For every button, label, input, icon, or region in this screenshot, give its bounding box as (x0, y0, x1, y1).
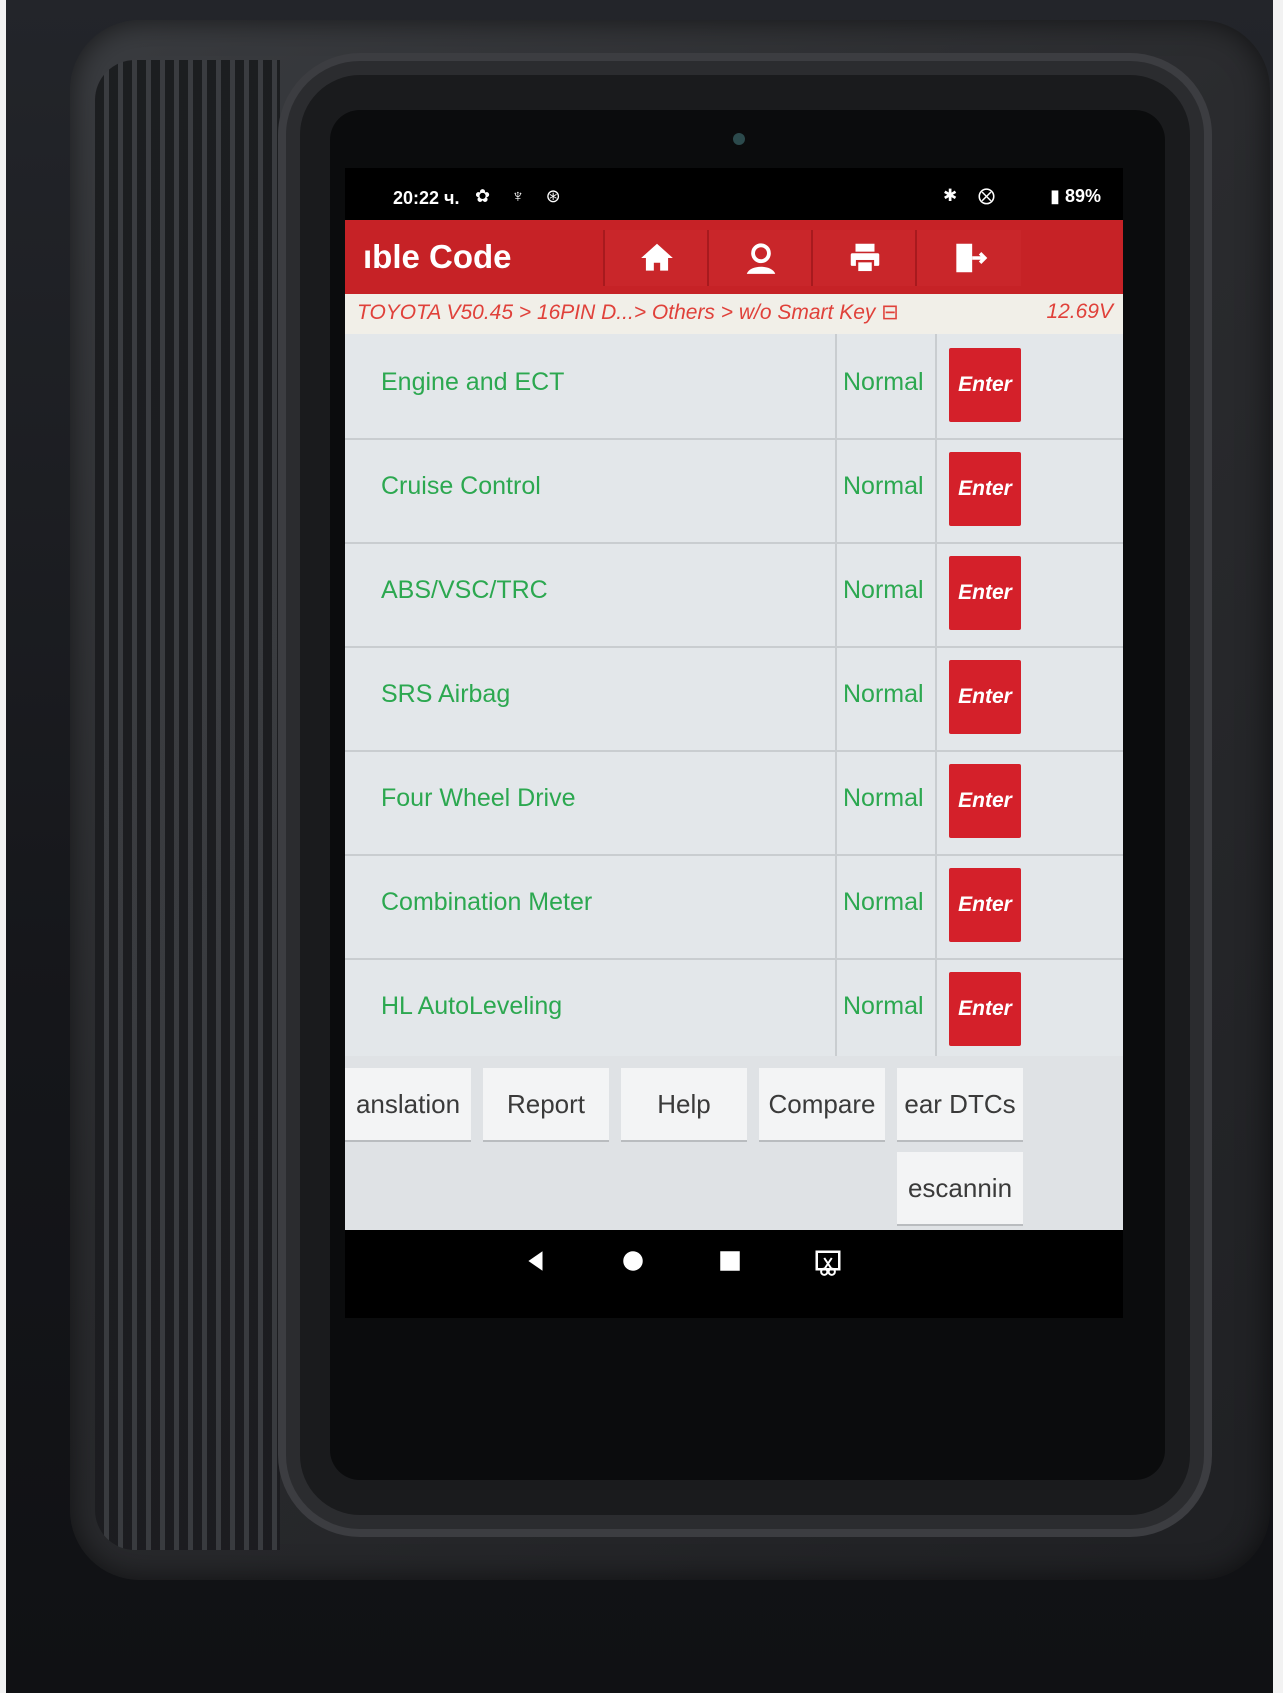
battery-percent: 89% (1064, 186, 1101, 206)
system-name: Four Wheel Drive (381, 784, 576, 812)
list-item: Cruise Control Normal Enter (345, 438, 1123, 544)
system-name: Cruise Control (381, 472, 541, 500)
recents-icon[interactable] (717, 1248, 743, 1274)
exit-icon (956, 243, 988, 273)
column-divider (935, 334, 937, 438)
status-icons-left: ✿ ♆ ⊛ (475, 186, 569, 206)
print-button[interactable] (811, 230, 917, 286)
exit-button[interactable] (915, 230, 1021, 286)
system-status: Normal (843, 784, 924, 812)
device-grip (95, 60, 280, 1550)
system-name: SRS Airbag (381, 680, 511, 708)
enter-button[interactable]: Enter (949, 868, 1021, 942)
system-status: Normal (843, 992, 924, 1020)
screenshot-icon[interactable] (813, 1248, 843, 1278)
system-name: HL AutoLeveling (381, 992, 563, 1020)
home-icon (641, 243, 673, 271)
compare-button[interactable]: Compare (759, 1068, 885, 1140)
column-divider (935, 854, 937, 958)
breadcrumb-path: TOYOTA V50.45 > 16PIN D...> Others > w/o… (357, 301, 876, 324)
help-button[interactable]: Help (621, 1068, 747, 1140)
column-divider (935, 750, 937, 854)
breadcrumb: TOYOTA V50.45 > 16PIN D...> Others > w/o… (357, 300, 899, 325)
photo-border-right (1273, 0, 1283, 1693)
system-status: Normal (843, 680, 924, 708)
enter-button[interactable]: Enter (949, 556, 1021, 630)
report-button[interactable]: Report (483, 1068, 609, 1140)
battery-status-icon: ⊟ (881, 301, 899, 324)
home-button[interactable] (603, 230, 709, 286)
status-icons-right: ✱ ⨂ (943, 186, 1003, 205)
column-divider (835, 334, 837, 438)
user-icon (746, 243, 776, 274)
translation-button[interactable]: anslation (345, 1068, 471, 1140)
breadcrumb-bar: TOYOTA V50.45 > 16PIN D...> Others > w/o… (345, 294, 1123, 334)
list-item: Four Wheel Drive Normal Enter (345, 750, 1123, 856)
device-screen: 20:22 ч. ✿ ♆ ⊛ ✱ ⨂ ▮ 89% ıble Code TOYOT… (345, 168, 1123, 1318)
column-divider (835, 854, 837, 958)
list-item: Combination Meter Normal Enter (345, 854, 1123, 960)
app-header: ıble Code (345, 220, 1123, 294)
enter-button[interactable]: Enter (949, 764, 1021, 838)
battery-level: ▮ 89% (1050, 186, 1101, 206)
system-status: Normal (843, 368, 924, 396)
back-icon[interactable] (523, 1248, 549, 1274)
column-divider (935, 646, 937, 750)
column-divider (835, 438, 837, 542)
column-divider (835, 646, 837, 750)
system-status: Normal (843, 576, 924, 604)
page-title: ıble Code (363, 238, 512, 275)
list-item: Engine and ECT Normal Enter (345, 334, 1123, 440)
list-item: SRS Airbag Normal Enter (345, 646, 1123, 752)
system-status: Normal (843, 888, 924, 916)
rescanning-button[interactable]: escannin (897, 1152, 1023, 1224)
list-item: HL AutoLeveling Normal Enter (345, 958, 1123, 1064)
system-name: Engine and ECT (381, 368, 565, 396)
system-name: Combination Meter (381, 888, 593, 916)
status-time: 20:22 ч. (393, 188, 460, 208)
column-divider (835, 958, 837, 1062)
enter-button[interactable]: Enter (949, 972, 1021, 1046)
user-button[interactable] (707, 230, 813, 286)
list-item: ABS/VSC/TRC Normal Enter (345, 542, 1123, 648)
enter-button[interactable]: Enter (949, 660, 1021, 734)
voltage-readout: 12.69V (1046, 300, 1113, 323)
column-divider (935, 958, 937, 1062)
enter-button[interactable]: Enter (949, 452, 1021, 526)
bottom-toolbar: anslation Report Help Compare ear DTCs e… (345, 1056, 1123, 1230)
column-divider (935, 438, 937, 542)
clear-dtcs-button[interactable]: ear DTCs (897, 1068, 1023, 1140)
system-name: ABS/VSC/TRC (381, 576, 548, 604)
camera-lens (733, 133, 745, 145)
android-nav-bar (345, 1230, 1123, 1290)
enter-button[interactable]: Enter (949, 348, 1021, 422)
home-nav-icon[interactable] (620, 1248, 646, 1274)
printer-icon (850, 243, 880, 274)
column-divider (835, 750, 837, 854)
system-status: Normal (843, 472, 924, 500)
column-divider (835, 542, 837, 646)
status-bar: 20:22 ч. ✿ ♆ ⊛ ✱ ⨂ ▮ 89% (345, 168, 1123, 220)
column-divider (935, 542, 937, 646)
photo-border-left (0, 0, 6, 1693)
